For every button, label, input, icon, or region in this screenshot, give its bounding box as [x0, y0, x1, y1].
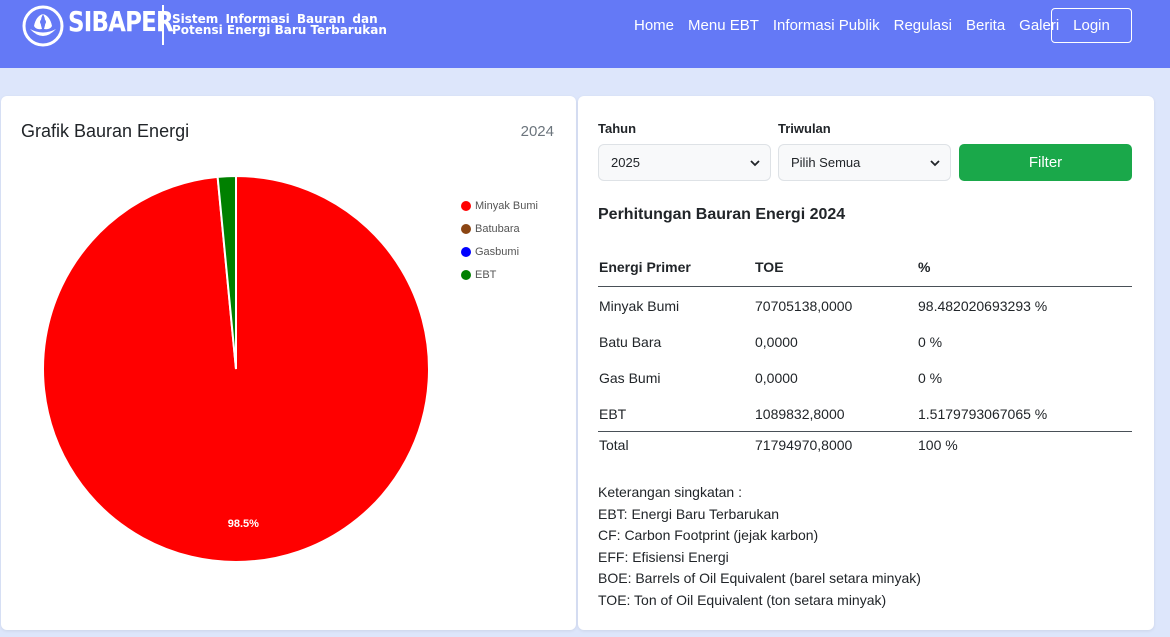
- row-percent: 0 %: [918, 334, 943, 350]
- header-percent: %: [918, 259, 931, 275]
- nav-informasi-publik[interactable]: Informasi Publik: [773, 17, 880, 34]
- abbreviation-notes: Keterangan singkatan : EBT: Energi Baru …: [598, 482, 921, 612]
- chart-title: Grafik Bauran Energi: [21, 121, 190, 141]
- top-navbar: SIBAPER Sistem Informasi Bauran dan Pote…: [0, 0, 1170, 68]
- legend-swatch: [461, 223, 471, 234]
- quarter-select-value: Pilih Semua: [791, 155, 861, 170]
- quarter-select[interactable]: Pilih Semua: [778, 144, 951, 181]
- filter-button[interactable]: Filter: [959, 144, 1132, 181]
- quarter-label: Triwulan: [778, 121, 831, 136]
- legend-label: Gasbumi: [475, 245, 520, 258]
- legend-item-gasbumi[interactable]: Gasbumi: [461, 240, 538, 263]
- nav-menu-ebt[interactable]: Menu EBT: [688, 17, 759, 34]
- header-energi-primer: Energi Primer: [599, 259, 691, 275]
- row-percent: 0 %: [918, 370, 943, 386]
- row-toe: 70705138,0000: [755, 298, 853, 314]
- legend-item-ebt[interactable]: EBT: [461, 263, 538, 286]
- chart-year: 2024: [520, 123, 554, 140]
- total-percent: 100 %: [918, 437, 958, 453]
- notes-line-eff: EFF: Efisiensi Energi: [598, 548, 729, 565]
- row-toe: 1089832,8000: [755, 406, 845, 422]
- notes-line-cf: CF: Carbon Footprint (jejak karbon): [598, 527, 819, 544]
- table-header: Energi Primer TOE %: [598, 259, 1132, 287]
- total-label: Total: [599, 437, 629, 453]
- legend-swatch: [461, 246, 471, 257]
- row-energy: Minyak Bumi: [599, 298, 680, 314]
- legend-item-minyak-bumi[interactable]: Minyak Bumi: [461, 194, 538, 217]
- pie-chart: 98.5%: [42, 174, 430, 563]
- year-select-value: 2025: [611, 155, 640, 170]
- notes-line-toe: TOE: Ton of Oil Equivalent (ton setara m…: [598, 591, 887, 608]
- chevron-down-icon: [750, 160, 760, 167]
- calculation-card: Tahun Triwulan 2025 Pilih Semua Filter P…: [578, 96, 1154, 630]
- brand-name[interactable]: SIBAPER: [68, 5, 174, 38]
- brand-tagline-line-2: Potensi Energi Baru Terbarukan: [172, 23, 387, 37]
- brand-divider: [162, 5, 164, 45]
- year-label: Tahun: [598, 121, 637, 136]
- sibaper-logo-icon: [22, 5, 64, 47]
- login-button[interactable]: Login: [1051, 8, 1132, 43]
- nav-home[interactable]: Home: [634, 17, 674, 34]
- nav-berita[interactable]: Berita: [966, 17, 1005, 34]
- legend-label: EBT: [475, 268, 497, 281]
- chart-card: Grafik Bauran Energi 2024 98.5% Minyak B…: [1, 96, 576, 630]
- total-divider: [598, 431, 1132, 432]
- chevron-down-icon: [930, 160, 940, 167]
- row-percent: 98.482020693293 %: [918, 298, 1048, 314]
- row-energy: EBT: [599, 406, 627, 422]
- notes-line-boe: BOE: Barrels of Oil Equivalent (barel se…: [598, 570, 921, 587]
- total-toe: 71794970,8000: [755, 437, 853, 453]
- brand-tagline: Sistem Informasi Bauran dan Potensi Ener…: [172, 13, 387, 37]
- chart-legend: Minyak Bumi Batubara Gasbumi EBT: [461, 194, 538, 286]
- nav-regulasi[interactable]: Regulasi: [894, 17, 952, 34]
- legend-item-batubara[interactable]: Batubara: [461, 217, 538, 240]
- row-percent: 1.5179793067065 %: [918, 406, 1048, 422]
- legend-label: Batubara: [475, 222, 520, 235]
- main-nav: Home Menu EBT Informasi Publik Regulasi …: [634, 17, 1073, 34]
- pie-slice-label: 98.5%: [228, 518, 259, 530]
- calculation-title: Perhitungan Bauran Energi 2024: [598, 206, 846, 223]
- notes-heading: Keterangan singkatan :: [598, 484, 742, 500]
- notes-line-ebt: EBT: Energi Baru Terbarukan: [598, 505, 780, 522]
- row-toe: 0,0000: [755, 334, 798, 350]
- row-energy: Gas Bumi: [599, 370, 661, 386]
- legend-label: Minyak Bumi: [475, 199, 538, 212]
- legend-swatch: [461, 269, 471, 280]
- row-toe: 0,0000: [755, 370, 798, 386]
- row-energy: Batu Bara: [599, 334, 662, 350]
- year-select[interactable]: 2025: [598, 144, 771, 181]
- header-toe: TOE: [755, 259, 784, 275]
- legend-swatch: [461, 200, 471, 211]
